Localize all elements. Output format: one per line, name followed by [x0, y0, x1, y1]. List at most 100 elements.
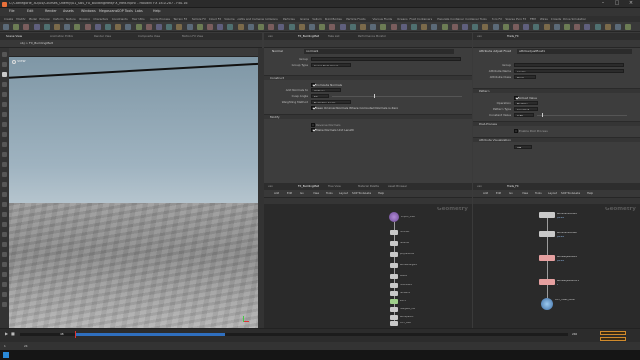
- viewport-tool-icon[interactable]: [2, 52, 7, 57]
- viewport-tool-icon[interactable]: [2, 102, 7, 107]
- shelf-tool-icon[interactable]: [105, 24, 111, 30]
- network-left-view[interactable]: Geometry import_melt normal1 reduce1 polyre…: [264, 204, 472, 328]
- network-menu-add[interactable]: Add: [483, 192, 488, 195]
- constant-value-field[interactable]: 0.55: [514, 113, 534, 117]
- pane-tab-take-list[interactable]: Take List: [328, 35, 340, 38]
- viewport-path[interactable]: obj > FX_BuildingMelt: [20, 42, 53, 45]
- shelf-tool-icon[interactable]: [207, 24, 213, 30]
- menu-item-labs[interactable]: Labs: [135, 9, 143, 13]
- shelf-tool-icon[interactable]: [64, 24, 71, 30]
- viewport-tool-icon[interactable]: [2, 92, 7, 97]
- shelf-tool-icon[interactable]: [125, 24, 132, 30]
- menu-item-render[interactable]: Render: [45, 9, 57, 13]
- network-menu-go[interactable]: Go: [509, 192, 513, 195]
- shelf-tool-icon[interactable]: [400, 24, 407, 30]
- unit-length-checkbox[interactable]: [311, 128, 315, 132]
- shelf-tab-terrain-fx[interactable]: Terrain FX: [173, 18, 187, 21]
- pane-tab-vex[interactable]: vex: [477, 35, 482, 38]
- viewport-tool-icon[interactable]: [2, 222, 7, 227]
- shelf-tool-icon[interactable]: [227, 24, 234, 30]
- viewport-tool-icon[interactable]: [2, 262, 7, 267]
- weighting-select[interactable]: By Vertex Angle: [311, 100, 351, 104]
- adjust-value-checkbox[interactable]: [514, 96, 518, 100]
- pane-tab-fx-buildingmelt[interactable]: FX_BuildingMelt: [298, 185, 319, 188]
- constant-value-slider-handle[interactable]: [542, 113, 544, 117]
- viewport-tool-icon[interactable]: [2, 82, 7, 87]
- shelf-tool-icon[interactable]: [145, 24, 152, 30]
- shelf-tab-grains[interactable]: Grains: [300, 18, 309, 21]
- shelf-tab-populate-containers[interactable]: Populate Containers: [437, 18, 464, 21]
- node-name-field[interactable]: normal1: [304, 49, 454, 54]
- shelf-tool-icon[interactable]: [258, 24, 264, 30]
- viewport-tool-icon[interactable]: [2, 232, 7, 237]
- shelf-tool-icon[interactable]: [472, 24, 479, 30]
- shelf-tool-icon[interactable]: [462, 24, 468, 30]
- view-icon[interactable]: [12, 59, 16, 64]
- shelf-tool-icon[interactable]: [451, 24, 458, 30]
- shelf-tab-hair-utils[interactable]: Hair Utils: [132, 18, 145, 21]
- menu-item-edit[interactable]: Edit: [27, 9, 33, 13]
- pattern-type-select[interactable]: Constant: [514, 107, 538, 111]
- shelf-tool-icon[interactable]: [319, 24, 326, 30]
- viewport-tool-icon[interactable]: [2, 172, 7, 177]
- shelf-tab-rigid-bodies[interactable]: Rigid Bodies: [325, 18, 342, 21]
- viewport-tool-icon[interactable]: [2, 112, 7, 117]
- shelf-tool-icon[interactable]: [84, 24, 91, 30]
- construct-section[interactable]: Construct: [264, 75, 472, 80]
- shelf-tab-texture[interactable]: Texture: [66, 18, 76, 21]
- pane-tab-trails-fx[interactable]: Trails_FX: [507, 35, 519, 38]
- network-menu-sop-tools[interactable]: SOP Tools: [561, 192, 574, 195]
- shelf-tool-icon[interactable]: [380, 24, 387, 30]
- viewport-tool-icon[interactable]: [2, 202, 7, 207]
- shelf-tool-icon[interactable]: [502, 24, 509, 30]
- shelf-tool-icon[interactable]: [94, 24, 101, 30]
- pane-tab-performance-monitor[interactable]: Performance Monitor: [358, 35, 386, 38]
- shelf-tab-pyro-fx[interactable]: Pyro FX: [492, 18, 503, 21]
- shelf-tab-viscous-fluids[interactable]: Viscous Fluids: [372, 18, 392, 21]
- shelf-tab-rigging[interactable]: Rigging: [79, 18, 90, 21]
- menu-item-help[interactable]: Help: [153, 9, 161, 13]
- shelf-tab-collisions[interactable]: Collisions: [265, 18, 278, 21]
- play-icon[interactable]: ▶: [5, 332, 8, 336]
- viewport-tool-icon[interactable]: [2, 252, 7, 257]
- shelf-tool-icon[interactable]: [309, 24, 315, 30]
- shelf-tool-icon[interactable]: [390, 24, 397, 30]
- cusp-angle-field[interactable]: 60: [311, 94, 329, 98]
- viewport-tab-composite-view[interactable]: Composite View: [138, 35, 160, 38]
- network-menu-help[interactable]: Help: [587, 192, 593, 195]
- shelf-tab-fem[interactable]: FEM: [530, 18, 536, 21]
- shelf-tool-icon[interactable]: [288, 24, 295, 30]
- shelf-tool-icon[interactable]: [23, 24, 30, 30]
- shelf-tool-icon[interactable]: [431, 24, 438, 30]
- shelf-tool-icon[interactable]: [268, 24, 275, 30]
- shelf-tool-icon[interactable]: [339, 24, 346, 30]
- shelf-tab-create[interactable]: Create: [4, 18, 13, 21]
- group-type-select[interactable]: Guess from Group: [311, 63, 351, 67]
- shelf-tool-icon[interactable]: [584, 24, 591, 30]
- shelf-tool-icon[interactable]: [247, 24, 254, 30]
- network-menu-edit[interactable]: Edit: [287, 192, 292, 195]
- pane-tab-tree-view[interactable]: Tree View: [328, 185, 341, 188]
- viewport-tab-render-view[interactable]: Render View: [94, 35, 111, 38]
- shelf-tool-icon[interactable]: [625, 24, 632, 30]
- shelf-tab-vellum[interactable]: Vellum: [312, 18, 321, 21]
- node-OUT_Melt[interactable]: [390, 321, 398, 326]
- viewport-tool-icon[interactable]: [2, 302, 7, 307]
- viewport-tool-icon[interactable]: [2, 292, 7, 297]
- start-frame-field[interactable]: 1: [4, 345, 6, 348]
- shelf-tool-icon[interactable]: [298, 24, 305, 30]
- network-menu-tools[interactable]: Tools: [326, 192, 333, 195]
- shelf-tool-icon[interactable]: [360, 24, 366, 30]
- stop-icon[interactable]: ■: [11, 332, 15, 336]
- shelf-tool-icon[interactable]: [411, 24, 417, 30]
- viewport-tab-scene-view[interactable]: Scene View: [6, 35, 22, 38]
- network-menu-view[interactable]: View: [522, 192, 528, 195]
- shelf-tool-icon[interactable]: [349, 24, 356, 30]
- shelf-tool-icon[interactable]: [115, 24, 122, 30]
- shelf-tab-container-tools[interactable]: Container Tools: [465, 18, 486, 21]
- attribute-name-field[interactable]: pscale: [514, 69, 624, 73]
- group-field[interactable]: [311, 57, 461, 61]
- operation-select[interactable]: Multiply: [514, 101, 538, 105]
- shelf-tool-icon[interactable]: [74, 24, 81, 30]
- shelf-tool-icon[interactable]: [43, 24, 50, 30]
